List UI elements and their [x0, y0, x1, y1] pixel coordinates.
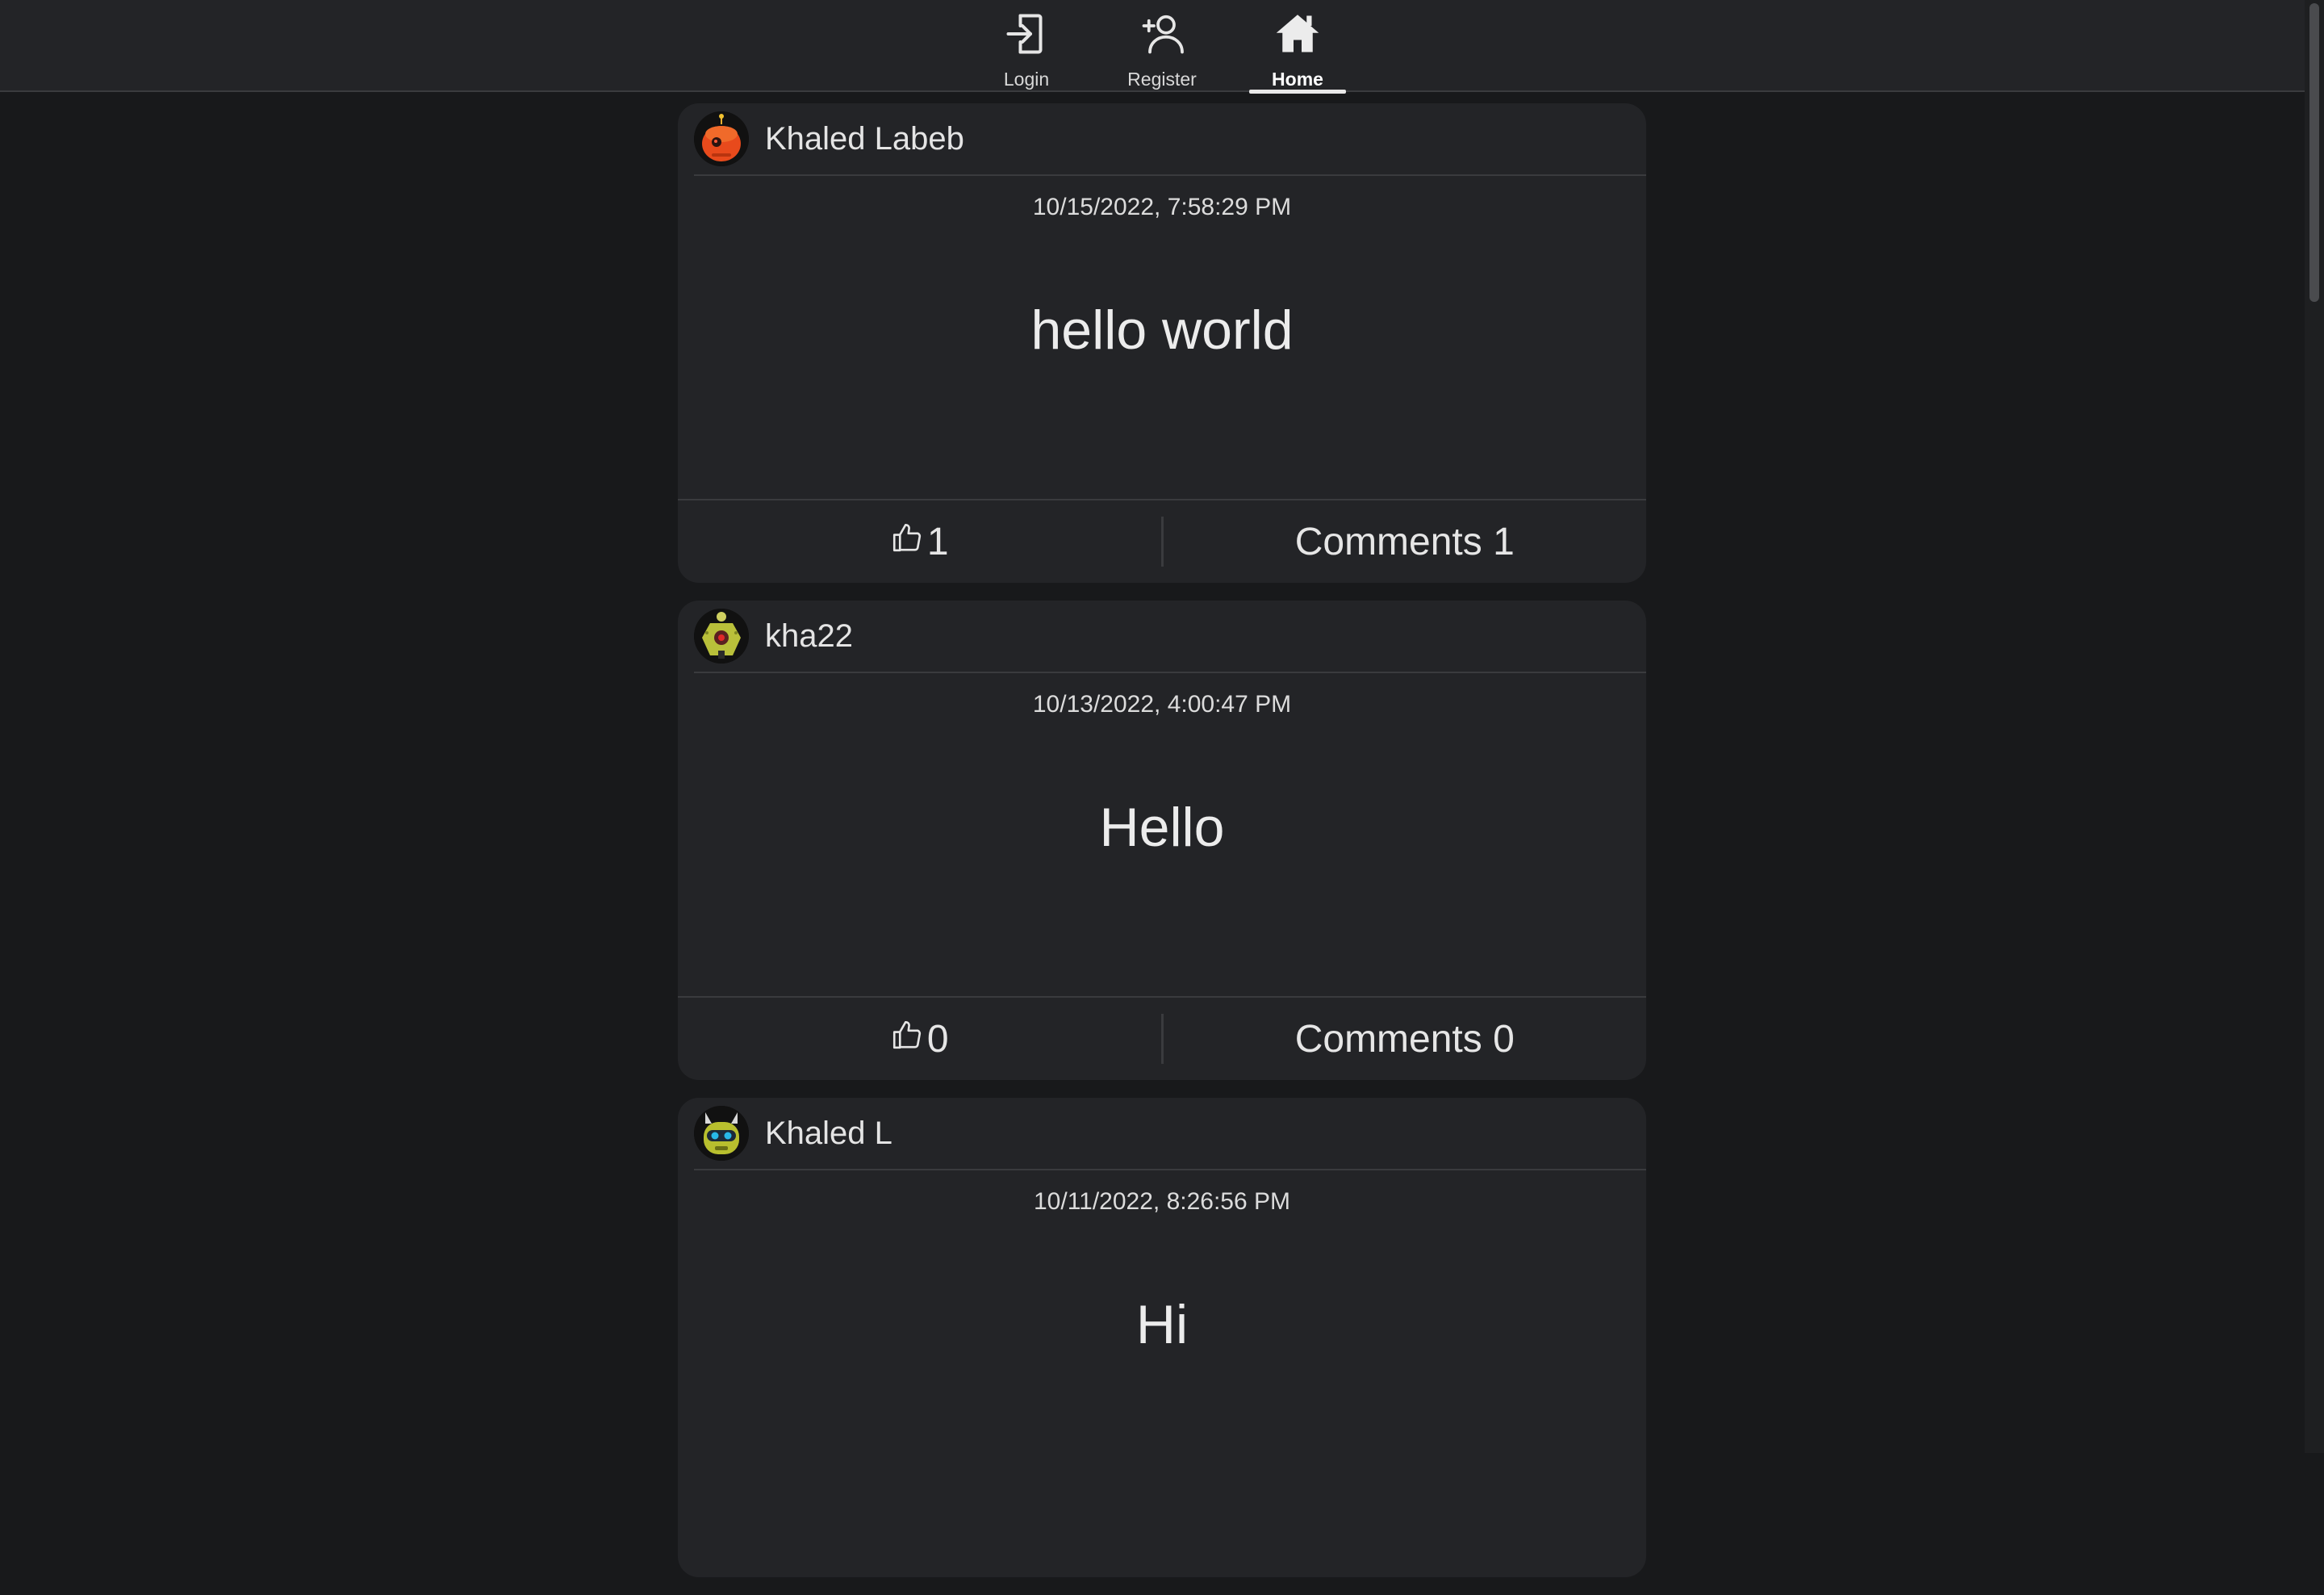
nav-login[interactable]: Login [959, 0, 1094, 92]
nav-register-label: Register [1127, 69, 1197, 90]
nav-menu: Login Register Home [0, 0, 2324, 94]
post-card: Khaled L 10/11/2022, 8:26:56 PM Hi [678, 1098, 1646, 1577]
post-card: Khaled Labeb 10/15/2022, 7:58:29 PM hell… [678, 103, 1646, 583]
add-user-icon [1138, 10, 1186, 62]
login-icon [1002, 10, 1051, 62]
yellow-green-robot-avatar[interactable] [694, 609, 749, 664]
post-header: Khaled L [694, 1098, 1646, 1170]
post-author[interactable]: Khaled L [765, 1116, 892, 1152]
like-count: 1 [926, 520, 949, 563]
like-button[interactable]: 1 [678, 520, 1161, 564]
post-timestamp: 10/11/2022, 8:26:56 PM [1033, 1188, 1291, 1215]
thumbs-up-icon [890, 1017, 927, 1061]
post-feed: Khaled Labeb 10/15/2022, 7:58:29 PM hell… [678, 103, 1646, 1595]
comments-button[interactable]: Comments 0 [1164, 1017, 1647, 1061]
post-body: hello world [1030, 299, 1294, 361]
post-body: Hi [1135, 1294, 1189, 1355]
post-timestamp: 10/13/2022, 4:00:47 PM [1032, 691, 1292, 718]
post-actions: 1 Comments 1 [678, 499, 1646, 583]
nav-home[interactable]: Home [1230, 0, 1365, 94]
home-icon [1273, 10, 1322, 62]
nav-register[interactable]: Register [1094, 0, 1230, 92]
nav-home-label: Home [1272, 69, 1323, 90]
comments-button[interactable]: Comments 1 [1164, 520, 1647, 564]
like-button[interactable]: 0 [678, 1017, 1161, 1061]
post-header: kha22 [694, 601, 1646, 673]
scrollbar-thumb[interactable] [2309, 3, 2319, 302]
page-scrollbar[interactable] [2305, 0, 2324, 1453]
orange-robot-avatar[interactable] [694, 111, 749, 166]
post-timestamp: 10/15/2022, 7:58:29 PM [1032, 194, 1292, 220]
thumbs-up-icon [890, 520, 927, 564]
post-body: Hello [1099, 797, 1225, 858]
post-card: kha22 10/13/2022, 4:00:47 PM Hello 0 Com… [678, 601, 1646, 1080]
green-robot-avatar[interactable] [694, 1106, 749, 1161]
post-header: Khaled Labeb [694, 103, 1646, 176]
post-actions: 0 Comments 0 [678, 996, 1646, 1080]
post-author[interactable]: Khaled Labeb [765, 121, 964, 157]
like-count: 0 [926, 1017, 949, 1061]
nav-login-label: Login [1003, 69, 1050, 90]
top-navigation-bar: Login Register Home [0, 0, 2324, 94]
post-author[interactable]: kha22 [765, 618, 853, 655]
